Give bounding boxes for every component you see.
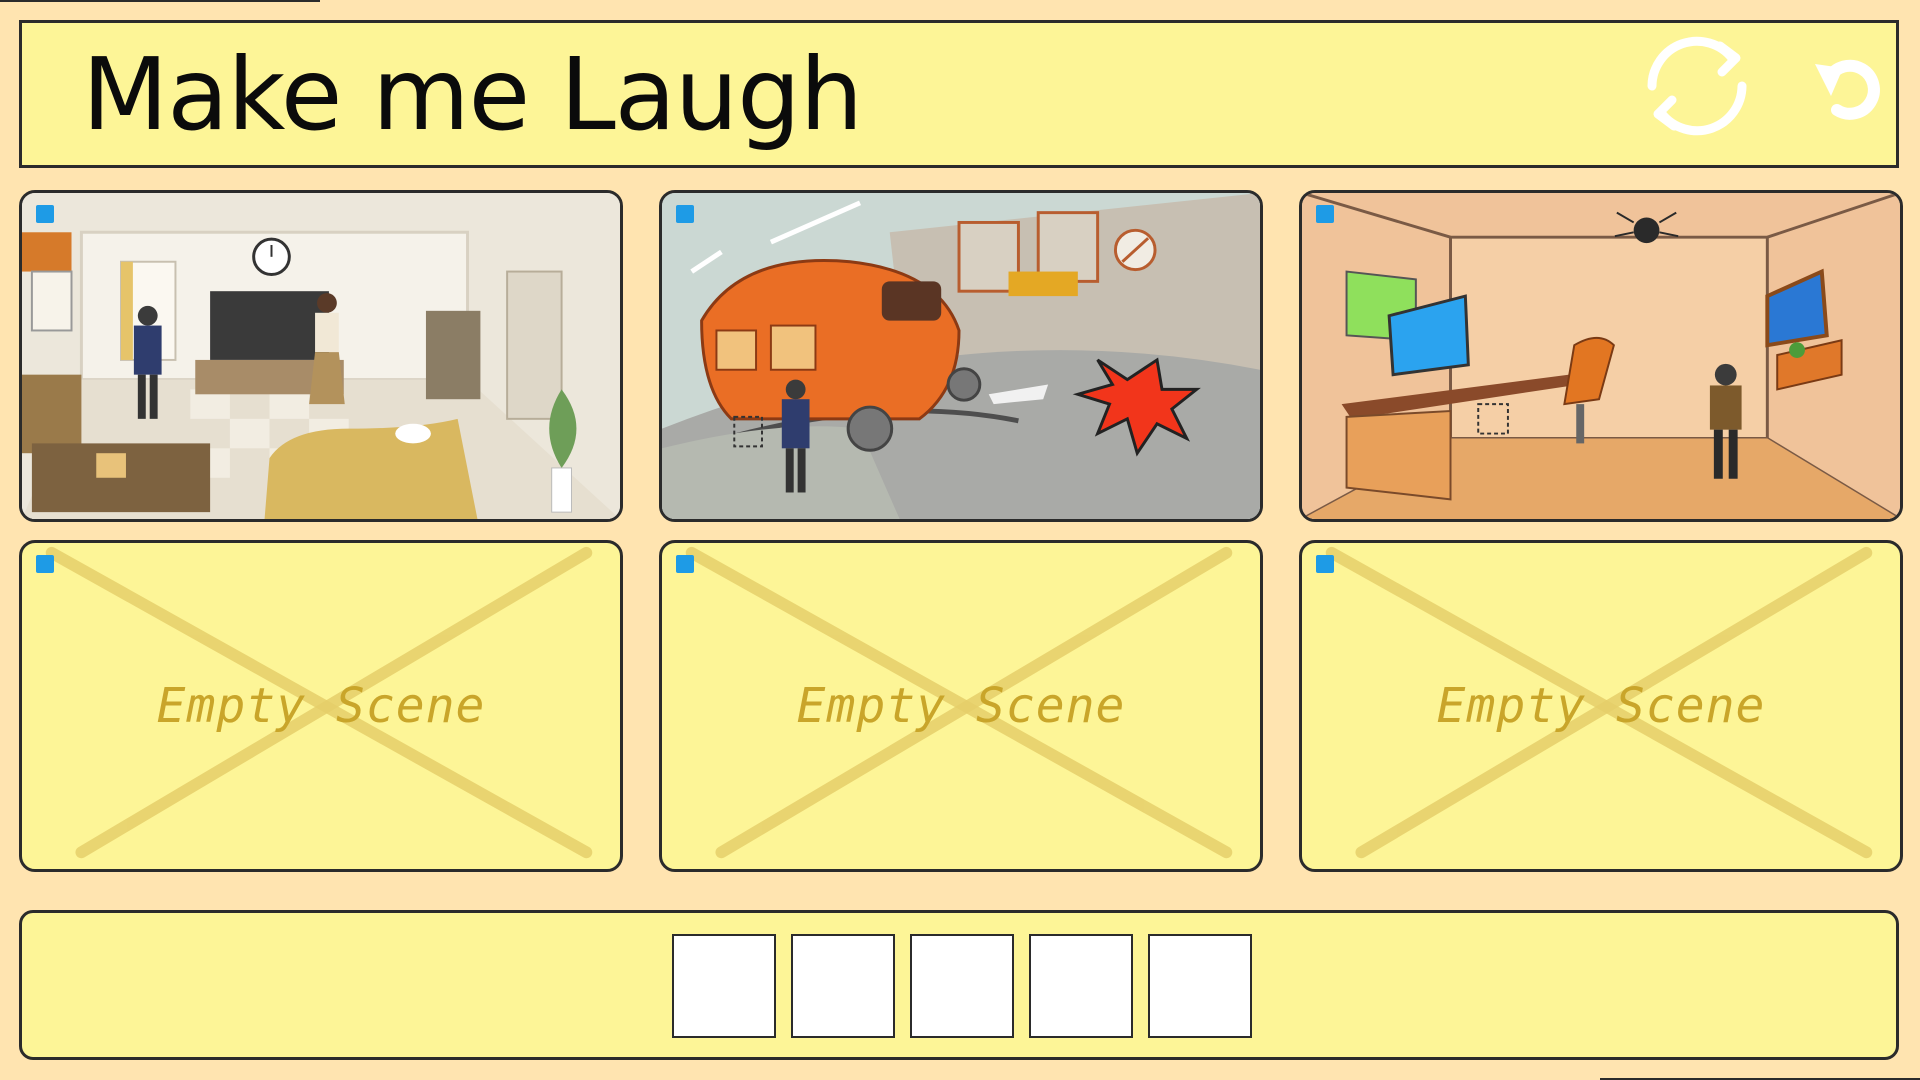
refresh-button[interactable] bbox=[1632, 28, 1762, 143]
scene-card-2[interactable] bbox=[659, 190, 1263, 522]
undo-icon bbox=[1815, 59, 1880, 120]
scene-selected-marker bbox=[1316, 555, 1334, 573]
tray-slot-1[interactable] bbox=[672, 934, 776, 1038]
office-illustration bbox=[1302, 193, 1900, 519]
scene-selected-marker bbox=[36, 205, 54, 223]
street-crash-illustration bbox=[662, 193, 1260, 519]
scene-selected-marker bbox=[676, 205, 694, 223]
item-tray bbox=[19, 910, 1899, 1060]
refresh-icon bbox=[1647, 36, 1747, 136]
tray-slot-4[interactable] bbox=[1029, 934, 1133, 1038]
scene-card-4[interactable]: Empty Scene bbox=[19, 540, 623, 872]
empty-scene-label: Empty Scene bbox=[1436, 678, 1766, 734]
page-title: Make me Laugh bbox=[82, 36, 863, 153]
scene-selected-marker bbox=[36, 555, 54, 573]
living-room-illustration bbox=[22, 193, 620, 519]
empty-scene-label: Empty Scene bbox=[156, 678, 486, 734]
top-edge-line bbox=[0, 0, 320, 2]
scene-card-5[interactable]: Empty Scene bbox=[659, 540, 1263, 872]
empty-scene-label: Empty Scene bbox=[796, 678, 1126, 734]
undo-button[interactable] bbox=[1807, 48, 1887, 128]
tray-slot-3[interactable] bbox=[910, 934, 1014, 1038]
tray-slot-5[interactable] bbox=[1148, 934, 1252, 1038]
scene-card-1[interactable] bbox=[19, 190, 623, 522]
title-bar: Make me Laugh bbox=[19, 20, 1899, 168]
scene-card-6[interactable]: Empty Scene bbox=[1299, 540, 1903, 872]
tray-slot-2[interactable] bbox=[791, 934, 895, 1038]
scene-selected-marker bbox=[1316, 205, 1334, 223]
scene-selected-marker bbox=[676, 555, 694, 573]
scene-card-3[interactable] bbox=[1299, 190, 1903, 522]
